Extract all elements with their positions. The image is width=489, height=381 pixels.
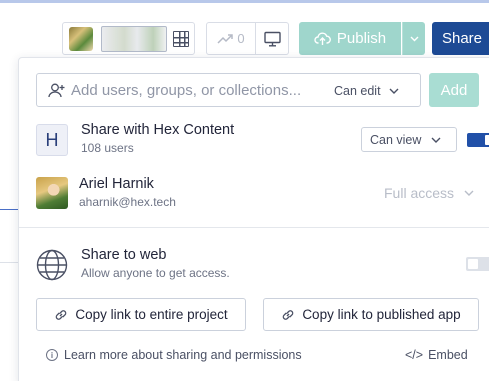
avatar [36, 177, 68, 209]
publish-button[interactable]: Publish [299, 22, 401, 55]
workspace-badge: H [36, 124, 68, 156]
monitor-icon [263, 31, 281, 47]
copy-app-link-label: Copy link to published app [302, 307, 461, 322]
project-toolbar: 0 Publish Share [62, 22, 489, 56]
add-person-icon [48, 83, 65, 98]
workspace-share-row: H Share with Hex Content 108 users Can v… [36, 122, 489, 158]
workspace-title: Share with Hex Content [81, 122, 235, 138]
owner-access-select: Full access [384, 185, 474, 201]
owner-name: Ariel Harnik [79, 176, 154, 192]
embed-button[interactable]: </> Embed [405, 348, 468, 362]
copy-project-link-button[interactable]: Copy link to entire project [36, 298, 246, 331]
web-share-toggle[interactable] [466, 257, 489, 271]
chevron-down-icon [431, 137, 441, 143]
embed-label: Embed [428, 348, 468, 362]
add-button[interactable]: Add [429, 73, 479, 107]
collaborator-avatar[interactable] [69, 27, 93, 51]
link-icon [56, 309, 67, 320]
share-label: Share [441, 30, 483, 47]
share-button[interactable]: Share [432, 22, 489, 55]
trend-counter-button[interactable]: 0 [206, 22, 256, 55]
collaborators-strip[interactable] [62, 22, 195, 55]
cloud-upload-icon [314, 32, 331, 45]
invite-permission-label: Can edit [334, 84, 381, 98]
info-icon: i [46, 349, 58, 361]
workspace-permission-label: Can view [370, 132, 422, 147]
owner-row: Ariel Harnik aharnik@hex.tech Full acces… [36, 176, 489, 211]
invite-field[interactable]: Can edit [36, 73, 421, 107]
owner-email: aharnik@hex.tech [79, 195, 176, 209]
chevron-down-icon [410, 36, 418, 41]
present-button[interactable] [256, 22, 289, 55]
background-divider [0, 209, 18, 210]
learn-more-link[interactable]: i Learn more about sharing and permissio… [46, 348, 302, 362]
learn-more-label: Learn more about sharing and permissions [64, 348, 302, 362]
link-icon [283, 309, 294, 320]
trend-count: 0 [237, 31, 245, 46]
invite-permission-select[interactable]: Can edit [334, 80, 399, 102]
chevron-down-icon [464, 190, 474, 196]
web-share-subtitle: Allow anyone to get access. [81, 266, 230, 280]
publish-options-button[interactable] [402, 22, 425, 55]
collaborator-avatar-group[interactable] [101, 26, 167, 52]
section-divider [19, 227, 489, 228]
workspace-permission-select[interactable]: Can view [361, 127, 457, 152]
copy-app-link-button[interactable]: Copy link to published app [263, 298, 479, 331]
invite-input[interactable] [71, 75, 316, 105]
grid-icon[interactable] [173, 31, 189, 47]
copy-project-link-label: Copy link to entire project [75, 307, 228, 322]
workspace-user-count: 108 users [81, 141, 134, 155]
chevron-down-icon [389, 88, 399, 94]
share-dialog: Can edit Add H Share with Hex Content 10… [18, 57, 489, 381]
web-share-row: Share to web Allow anyone to get access. [36, 246, 489, 282]
trend-icon [217, 33, 234, 44]
web-share-title: Share to web [81, 247, 167, 263]
background-divider [0, 262, 18, 263]
globe-icon [36, 249, 68, 281]
code-icon: </> [405, 348, 424, 362]
workspace-share-toggle[interactable] [467, 133, 489, 147]
top-accent-bar [0, 0, 489, 3]
owner-access-label: Full access [384, 185, 455, 201]
publish-label: Publish [336, 30, 387, 47]
add-label: Add [440, 81, 468, 99]
